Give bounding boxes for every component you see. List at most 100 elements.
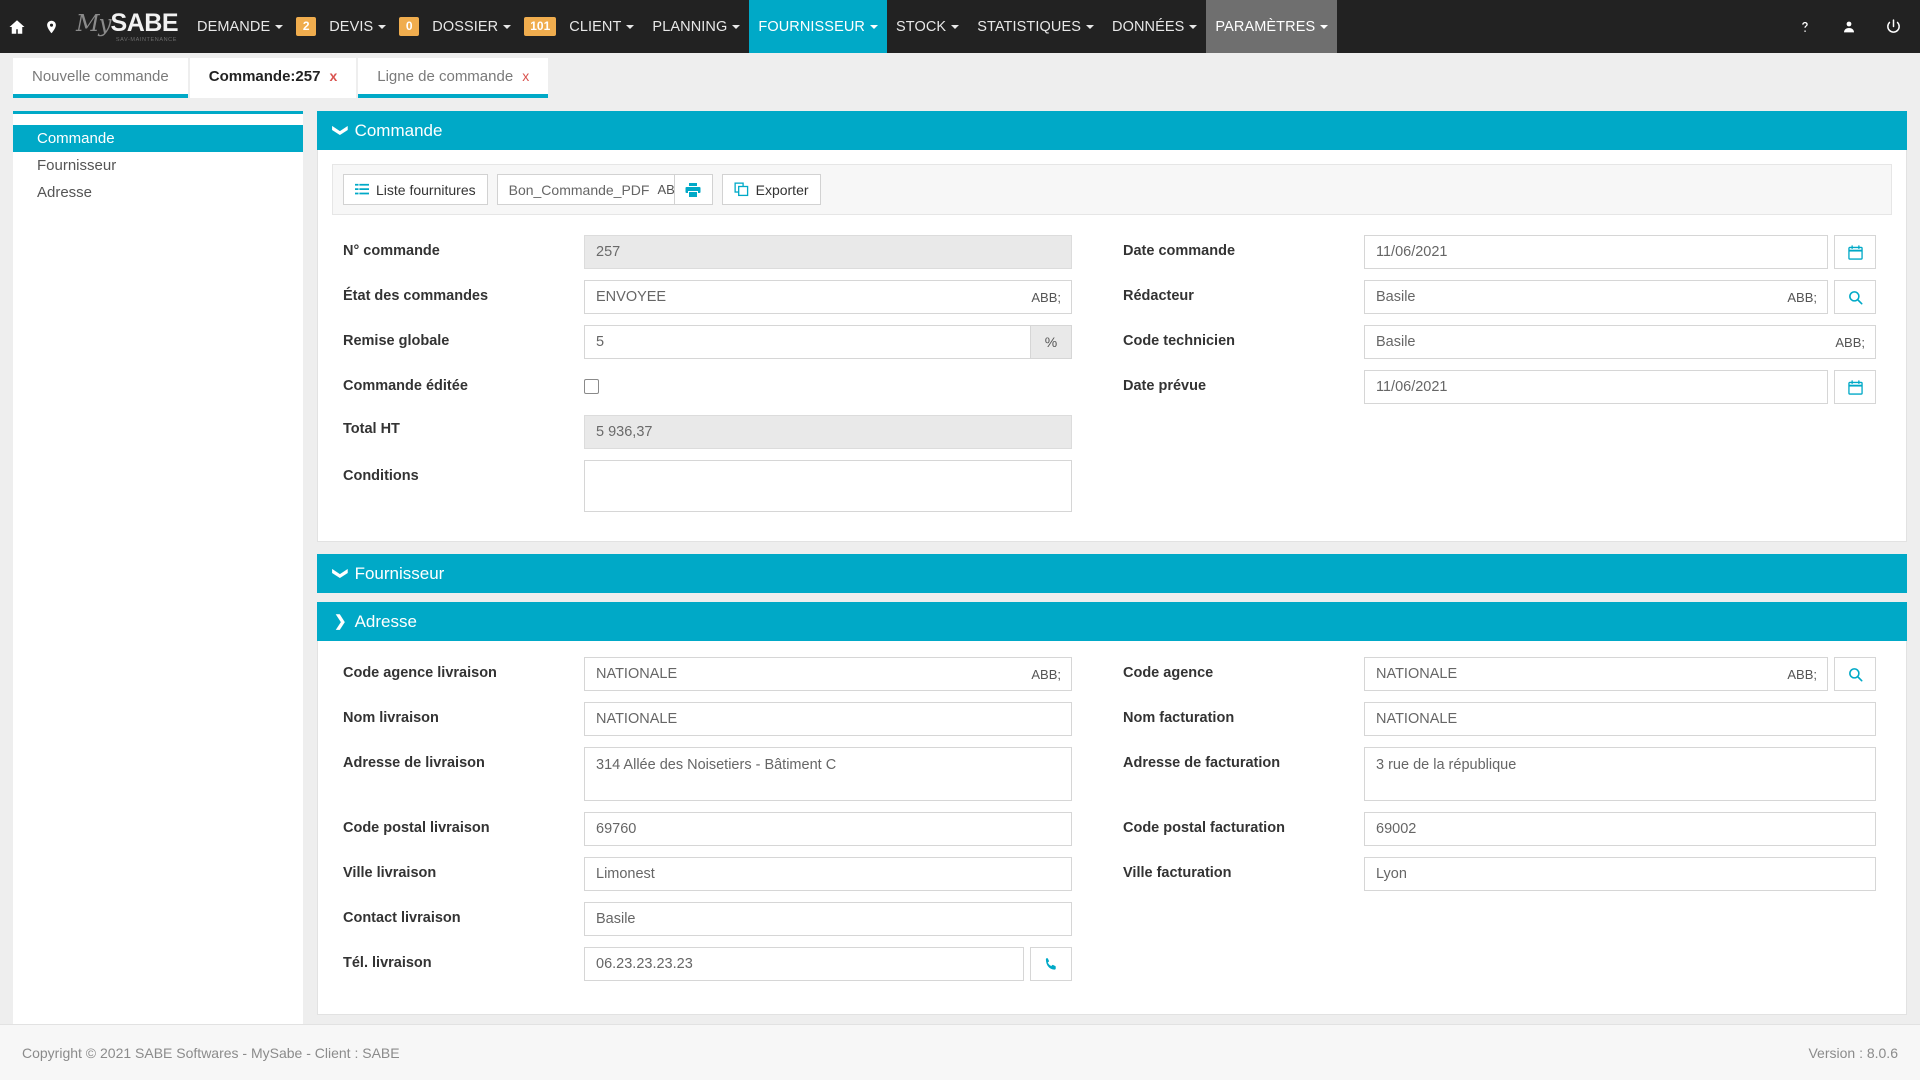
list-icon [355, 183, 369, 197]
chevron-down-icon [870, 24, 878, 29]
top-navbar: MySABE SAV-MAINTENANCE DEMANDE 2 DEVIS 0… [0, 0, 1920, 53]
nav-item-donnees[interactable]: DONNÉES [1103, 0, 1206, 53]
nav-item-dossier[interactable]: DOSSIER [423, 0, 520, 53]
field-num-commande: N° commande 257 [332, 235, 1112, 269]
code-agence-value: NATIONALE [1376, 666, 1458, 682]
nom-facturation-input[interactable]: NATIONALE [1364, 702, 1876, 736]
calendar-icon[interactable] [1834, 370, 1876, 404]
user-icon[interactable] [1836, 19, 1862, 35]
nom-livraison-input[interactable]: NATIONALE [584, 702, 1072, 736]
sidebar-item-commande[interactable]: Commande [13, 125, 303, 152]
tab-commande-257[interactable]: Commande:257 x [189, 58, 357, 98]
ville-facturation-input[interactable]: Lyon [1364, 857, 1876, 891]
nav-item-stock[interactable]: STOCK [887, 0, 968, 53]
commande-toolbar: Liste fournitures Bon_Commande_PDF ABB; [332, 164, 1892, 215]
field-contact-livraison: Contact livraison Basile [332, 902, 1112, 936]
sidebar-item-label: Adresse [37, 184, 93, 201]
panel-body-commande: Liste fournitures Bon_Commande_PDF ABB; [317, 150, 1907, 542]
sidebar-item-adresse[interactable]: Adresse [13, 179, 303, 206]
field-label: Adresse de livraison [343, 755, 485, 771]
conditions-textarea[interactable] [584, 460, 1072, 512]
field-label: Date commande [1123, 243, 1236, 259]
field-label: Tél. livraison [343, 955, 432, 971]
search-icon[interactable] [1834, 280, 1876, 314]
sidebar-item-label: Fournisseur [37, 157, 117, 174]
ville-livraison-input[interactable]: Limonest [584, 857, 1072, 891]
document-type-select[interactable]: Bon_Commande_PDF ABB; [496, 174, 687, 205]
exporter-label: Exporter [755, 181, 809, 198]
navbar-right-actions [1792, 0, 1920, 53]
contact-livraison-input[interactable]: Basile [584, 902, 1072, 936]
commande-editee-checkbox[interactable] [584, 379, 599, 394]
phone-icon[interactable] [1030, 947, 1072, 981]
sidebar-item-fournisseur[interactable]: Fournisseur [13, 152, 303, 179]
search-icon[interactable] [1834, 657, 1876, 691]
nav-item-label: PLANNING [652, 18, 728, 35]
chevron-down-icon [626, 24, 635, 29]
tab-nouvelle-commande[interactable]: Nouvelle commande [13, 58, 188, 98]
nav-item-statistiques[interactable]: STATISTIQUES [968, 0, 1103, 53]
print-button[interactable] [674, 174, 713, 205]
tel-livraison-input[interactable]: 06.23.23.23.23 [584, 947, 1024, 981]
nav-item-client[interactable]: CLIENT [560, 0, 643, 53]
field-ville-livraison: Ville livraison Limonest [332, 857, 1112, 891]
field-cp-livraison: Code postal livraison 69760 [332, 812, 1112, 846]
cp-facturation-input[interactable]: 69002 [1364, 812, 1876, 846]
code-technicien-select[interactable]: Basile ABB; [1364, 325, 1876, 359]
field-tel-livraison: Tél. livraison 06.23.23.23.23 [332, 947, 1112, 981]
nav-item-devis[interactable]: DEVIS [320, 0, 395, 53]
exporter-button[interactable]: Exporter [721, 174, 821, 205]
export-copy-icon [734, 182, 749, 197]
nav-badge-demande[interactable]: 2 [296, 17, 317, 36]
field-ville-facturation: Ville facturation Lyon [1112, 857, 1892, 891]
liste-fournitures-button[interactable]: Liste fournitures [343, 174, 488, 205]
redacteur-value: Basile [1376, 289, 1416, 305]
nav-item-parametres[interactable]: PARAMÈTRES [1206, 0, 1338, 53]
help-icon[interactable] [1792, 19, 1818, 35]
nav-item-label: PARAMÈTRES [1215, 18, 1316, 35]
field-label: Nom facturation [1123, 710, 1235, 726]
brand-prefix: My [76, 10, 112, 37]
redacteur-select[interactable]: Basile ABB; [1364, 280, 1828, 314]
panel-header-commande[interactable]: ❯ Commande [317, 111, 1907, 150]
nav-item-fournisseur[interactable]: FOURNISSEUR [749, 0, 887, 53]
date-commande-input[interactable]: 11/06/2021 [1364, 235, 1828, 269]
code-agence-livraison-select[interactable]: NATIONALE ABB; [584, 657, 1072, 691]
home-icon[interactable] [0, 0, 34, 53]
field-label: Rédacteur [1123, 288, 1194, 304]
nav-item-label: FOURNISSEUR [758, 18, 865, 35]
close-icon[interactable]: x [522, 68, 529, 84]
adresse-facturation-textarea[interactable]: 3 rue de la république [1364, 747, 1876, 801]
panel-fournisseur: ❯ Fournisseur [317, 554, 1907, 593]
document-print-group: Bon_Commande_PDF ABB; [496, 174, 713, 205]
cp-livraison-input[interactable]: 69760 [584, 812, 1072, 846]
tab-ligne-de-commande[interactable]: Ligne de commande x [358, 58, 549, 98]
code-agence-select[interactable]: NATIONALE ABB; [1364, 657, 1828, 691]
nav-item-label: DOSSIER [432, 18, 499, 35]
map-marker-icon[interactable] [34, 0, 68, 53]
field-label: N° commande [343, 243, 440, 259]
field-label: État des commandes [343, 288, 489, 304]
close-icon[interactable]: x [329, 68, 337, 84]
nav-item-planning[interactable]: PLANNING [643, 0, 749, 53]
commande-form: N° commande 257 État des commandes ENVOY… [318, 235, 1906, 523]
chevron-down-icon: ABB; [1835, 334, 1865, 350]
nav-item-demande[interactable]: DEMANDE [188, 0, 292, 53]
power-icon[interactable] [1880, 18, 1906, 35]
field-label: Total HT [343, 421, 400, 437]
calendar-icon[interactable] [1834, 235, 1876, 269]
panel-header-adresse[interactable]: ❯ Adresse [317, 602, 1907, 641]
section-sidebar: Commande Fournisseur Adresse [13, 111, 303, 1027]
brand-logo[interactable]: MySABE SAV-MAINTENANCE [68, 0, 188, 53]
panel-header-fournisseur[interactable]: ❯ Fournisseur [317, 554, 1907, 593]
etat-commandes-select[interactable]: ENVOYEE ABB; [584, 280, 1072, 314]
date-prevue-group: 11/06/2021 [1364, 370, 1876, 404]
nav-badge-devis[interactable]: 0 [399, 17, 420, 36]
field-commande-editee: Commande éditée [332, 370, 1112, 404]
remise-globale-input[interactable]: 5 [584, 325, 1030, 359]
date-prevue-input[interactable]: 11/06/2021 [1364, 370, 1828, 404]
adresse-livraison-textarea[interactable]: 314 Allée des Noisetiers - Bâtiment C [584, 747, 1072, 801]
nav-badge-dossier[interactable]: 101 [524, 17, 557, 36]
footer-copyright: Copyright © 2021 SABE Softwares - MySabe… [22, 1044, 400, 1061]
panel-body-adresse: Code agence livraison NATIONALE ABB; Nom… [317, 641, 1907, 1015]
